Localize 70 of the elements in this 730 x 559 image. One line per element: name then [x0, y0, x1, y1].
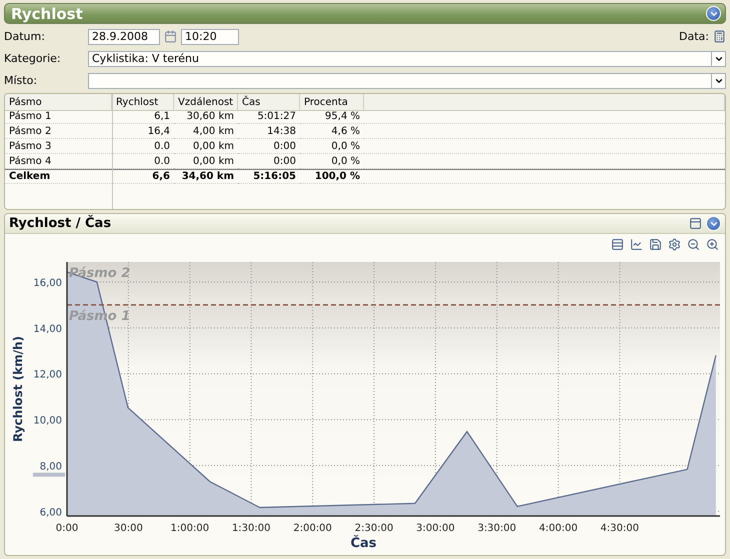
table-cell: 30,60 km [174, 109, 238, 124]
table-cell: Pásmo 1 [5, 109, 112, 124]
table-cell: 0:00 [238, 139, 300, 154]
table-cell: 34,60 km [174, 169, 238, 184]
table-cell: 4,00 km [174, 124, 238, 139]
table-cell: 5:16:05 [238, 169, 300, 184]
axis-tick-label: 8,00 [40, 462, 62, 473]
table-cell: 0,0 % [300, 139, 364, 154]
table-cell: 0,00 km [174, 139, 238, 154]
layout-icon[interactable] [689, 217, 702, 230]
rows-icon[interactable] [611, 238, 624, 250]
axis-tick-label: 3:30:00 [478, 523, 516, 534]
table-cell: 16,4 [112, 124, 174, 139]
axis-tick-label: 30:00 [114, 523, 143, 534]
category-dropdown[interactable]: Cyklistika: V terénu [88, 50, 712, 66]
collapse-icon[interactable] [706, 6, 721, 21]
line-chart-icon[interactable] [630, 238, 643, 250]
table-cell: 5:01:27 [238, 109, 300, 124]
axis-tick-label: 3:00:00 [416, 523, 455, 534]
axis-tick-label: 2:30:00 [354, 523, 394, 534]
column-header[interactable]: Procenta [300, 94, 364, 111]
axis-tick-label: 14,00 [33, 324, 62, 335]
collapse-icon[interactable] [706, 216, 721, 231]
field-label: Místo: [4, 74, 38, 87]
column-header[interactable]: Vzdálenost [174, 94, 238, 111]
zone-label: Pásmo 2 [69, 266, 130, 281]
column-header[interactable]: Pásmo [5, 94, 112, 111]
zoom-in-icon[interactable] [706, 238, 719, 250]
table-cell: 95,4 % [300, 109, 364, 124]
axis-tick-label: 16,00 [33, 278, 62, 289]
date-field[interactable]: 28.9.2008 [88, 28, 160, 44]
axis-tick-label: 4:30:00 [600, 523, 639, 534]
table-cell: 6,1 [112, 109, 174, 124]
column-header[interactable]: Rychlost [112, 94, 174, 111]
average-marker [33, 472, 65, 477]
x-axis-title: Čas [350, 536, 377, 551]
time-field[interactable]: 10:20 [181, 28, 239, 44]
table-cell: 0.0 [112, 139, 174, 154]
axis-tick-label: 6,00 [40, 507, 62, 518]
table-cell: 14:38 [238, 124, 300, 139]
table-cell: 100,0 % [300, 169, 364, 184]
window-title: Rychlost [11, 4, 83, 22]
table-cell: 0.0 [112, 154, 174, 169]
axis-tick-label: 12,00 [33, 370, 62, 381]
table-cell: Pásmo 4 [5, 154, 112, 169]
calculator-icon[interactable] [713, 30, 726, 43]
table-cell: Pásmo 2 [5, 124, 112, 139]
table-cell: 4,6 % [300, 124, 364, 139]
axis-tick-label: 1:00:00 [170, 523, 210, 534]
axis-tick-label: 4:00:00 [539, 523, 578, 534]
zoom-out-icon[interactable] [687, 238, 700, 250]
calendar-icon[interactable] [164, 30, 177, 43]
table-cell: 0,0 % [300, 154, 364, 169]
field-label: Data: [679, 30, 709, 43]
table-cell: 0,00 km [174, 154, 238, 169]
axis-tick-label: 0:00 [56, 523, 78, 534]
table-cell: Celkem [5, 169, 112, 184]
settings-icon[interactable] [668, 238, 681, 250]
column-header[interactable]: Čas [238, 94, 300, 111]
table-cell: Pásmo 3 [5, 139, 112, 154]
table-cell: 6,6 [112, 169, 174, 184]
table-cell: 0:00 [238, 154, 300, 169]
axis-tick-label: 2:00:00 [293, 523, 332, 534]
panel-title: Rychlost / Čas [9, 216, 112, 231]
axis-tick-label: 10,00 [33, 416, 62, 427]
save-icon[interactable] [649, 238, 662, 250]
y-axis-title: Rychlost (km/h) [11, 336, 25, 442]
field-label: Kategorie: [4, 52, 62, 65]
axis-tick-label: 1:30:00 [232, 523, 271, 534]
field-label: Datum: [4, 30, 46, 43]
